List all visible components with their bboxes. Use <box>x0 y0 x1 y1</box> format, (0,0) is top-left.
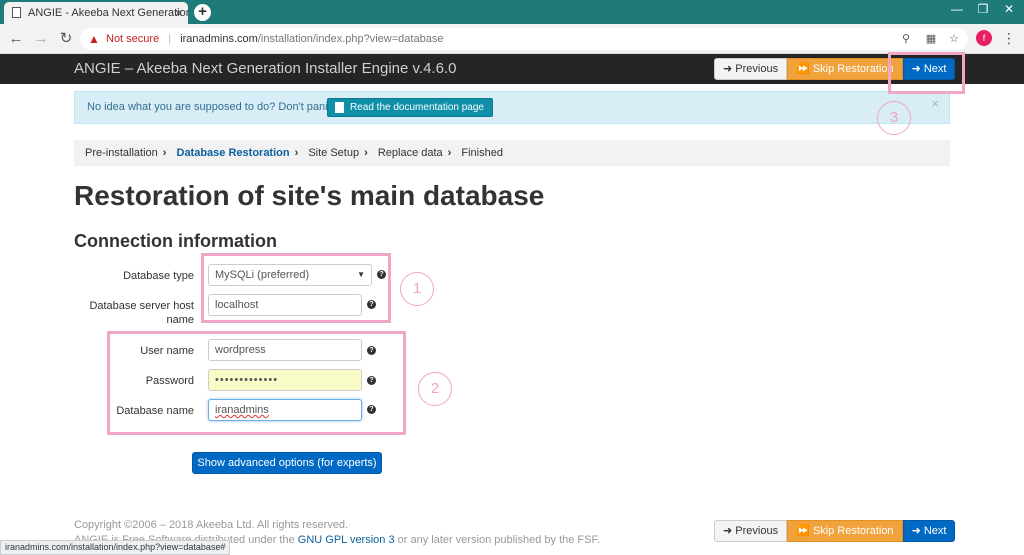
documentation-label: Read the documentation page <box>350 102 484 113</box>
annotation-number-2: 2 <box>418 372 452 406</box>
app-title: ANGIE – Akeeba Next Generation Installer… <box>74 60 457 77</box>
annotation-number-3: 3 <box>877 101 911 135</box>
breadcrumb-step: Replace data <box>377 147 443 159</box>
annotation-number-1: 1 <box>400 272 434 306</box>
arrow-left-icon: ➜ <box>723 525 733 537</box>
status-bar: iranadmins.com/installation/index.php?vi… <box>0 540 231 555</box>
gpl-link[interactable]: GNU GPL version 3 <box>298 534 395 546</box>
arrow-right-icon: ➜ <box>911 525 921 537</box>
help-alert: No idea what you are supposed to do? Don… <box>74 91 950 124</box>
breadcrumb: Pre-installation › Database Restoration › … <box>74 140 950 166</box>
breadcrumb-step: Pre-installation <box>85 147 158 159</box>
translate-icon[interactable]: ▦ <box>923 31 939 47</box>
previous-label: Previous <box>735 63 779 75</box>
documentation-button[interactable]: Read the documentation page <box>327 98 493 117</box>
browser-toolbar: ← → ↻ ▲ Not secure | iranadmins.com/inst… <box>0 24 1024 54</box>
reload-icon[interactable]: ↻ <box>56 28 76 50</box>
fast-forward-icon: ⏩ <box>796 525 810 537</box>
db-type-label: Database type <box>123 270 194 282</box>
section-title: Connection information <box>74 231 277 251</box>
previous-button[interactable]: ➜ Previous <box>714 58 788 80</box>
breadcrumb-step-active: Database Restoration <box>176 147 290 159</box>
alert-text: No idea what you are supposed to do? Don… <box>87 101 337 113</box>
app-header: ANGIE – Akeeba Next Generation Installer… <box>0 54 1024 84</box>
chevron-right-icon: › <box>364 147 368 159</box>
menu-icon[interactable]: ⋮ <box>1002 30 1016 46</box>
copyright-text: Copyright ©2006 – 2018 Akeeba Ltd. All r… <box>74 519 349 531</box>
tab-title: ANGIE - Akeeba Next Generation <box>28 7 188 19</box>
security-label[interactable]: Not secure <box>106 33 159 45</box>
previous-button-footer[interactable]: ➜ Previous <box>714 520 788 542</box>
annotation-box-2 <box>107 331 406 435</box>
address-bar[interactable]: ▲ Not secure | iranadmins.com/installati… <box>80 28 968 50</box>
annotation-box-1 <box>201 253 391 323</box>
host-label-line2: name <box>166 314 194 326</box>
warning-icon: ▲ <box>88 32 100 46</box>
key-icon[interactable]: ⚲ <box>898 31 914 47</box>
annotation-box-3 <box>888 52 965 94</box>
footer-nav-buttons: ➜ Previous ⏩ Skip Restoration ➜ Next <box>714 520 956 542</box>
breadcrumb-step: Finished <box>461 147 503 159</box>
advanced-options-button[interactable]: Show advanced options (for experts) <box>192 452 382 474</box>
skip-restoration-button[interactable]: ⏩ Skip Restoration <box>787 58 903 80</box>
browser-tab-bar: ANGIE - Akeeba Next Generation × + — ❐ ✕ <box>0 0 1024 24</box>
browser-tab[interactable]: ANGIE - Akeeba Next Generation × <box>4 2 188 24</box>
url-path: /installation/index.php?view=database <box>257 33 444 45</box>
profile-avatar[interactable]: f <box>976 30 992 46</box>
previous-label: Previous <box>735 525 779 537</box>
host-label-line1: Database server host <box>89 300 194 312</box>
document-icon <box>335 102 344 113</box>
back-arrow-icon[interactable]: ← <box>6 28 26 50</box>
chevron-right-icon: › <box>447 147 452 159</box>
page-title: Restoration of site's main database <box>74 180 545 211</box>
fast-forward-icon: ⏩ <box>796 63 810 75</box>
skip-restoration-button-footer[interactable]: ⏩ Skip Restoration <box>787 520 903 542</box>
next-button-footer[interactable]: ➜ Next <box>902 520 956 542</box>
breadcrumb-step: Site Setup <box>308 147 360 159</box>
chevron-right-icon: › <box>294 147 299 159</box>
forward-arrow-icon[interactable]: → <box>31 28 51 50</box>
host-label: Database server host name <box>54 299 194 327</box>
alert-close-icon[interactable]: × <box>931 92 939 116</box>
window-close-icon[interactable]: ✕ <box>996 0 1022 20</box>
star-icon[interactable]: ☆ <box>946 31 962 47</box>
page-icon <box>12 7 21 18</box>
minimize-icon[interactable]: — <box>944 0 970 20</box>
chevron-right-icon: › <box>162 147 167 159</box>
skip-label: Skip Restoration <box>812 63 894 75</box>
tab-close-icon[interactable]: × <box>175 2 182 24</box>
next-label: Next <box>923 525 947 537</box>
restore-icon[interactable]: ❐ <box>970 0 996 20</box>
arrow-left-icon: ➜ <box>723 63 733 75</box>
new-tab-button[interactable]: + <box>194 4 211 21</box>
skip-label: Skip Restoration <box>812 525 894 537</box>
license-suffix: or any later version published by the FS… <box>397 534 601 546</box>
url-host: iranadmins.com <box>180 33 258 45</box>
address-separator: | <box>168 33 172 45</box>
